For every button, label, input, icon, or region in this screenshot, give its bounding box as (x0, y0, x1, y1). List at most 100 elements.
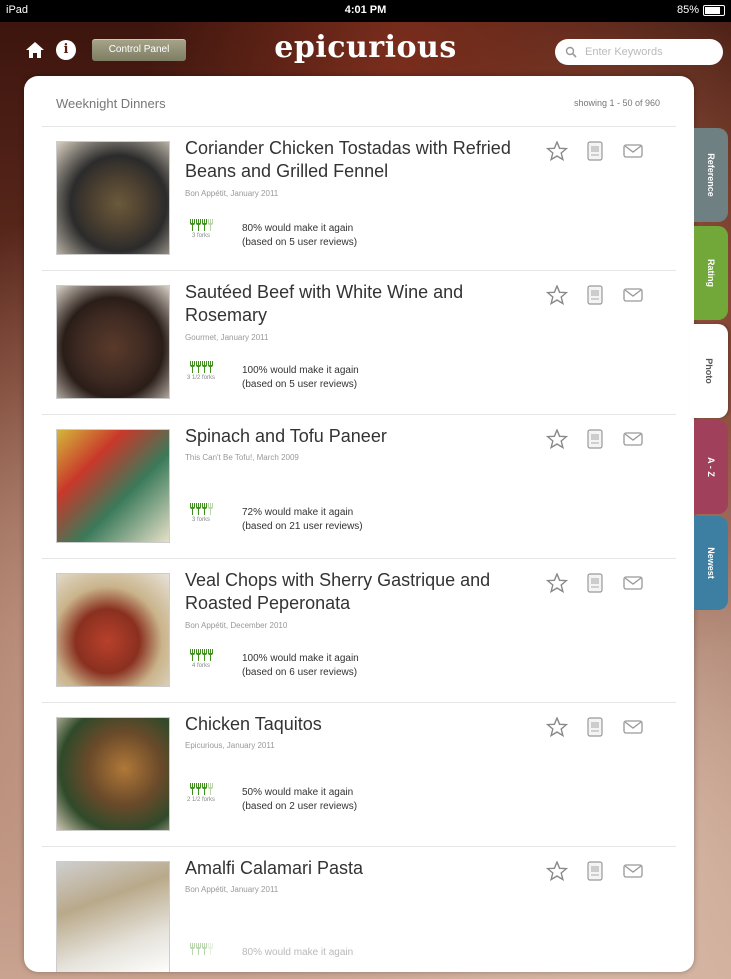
recipe-photo[interactable] (56, 861, 170, 972)
review-count: (based on 2 user reviews) (242, 801, 358, 812)
email-icon[interactable] (622, 429, 644, 449)
recipe-photo[interactable] (56, 573, 170, 687)
fork-rating: 2 1/2 forks (187, 783, 216, 803)
make-again-percent: 80% would make it again (242, 947, 354, 958)
fork-icons (189, 649, 213, 661)
make-again-text: 80% would make it again (based on 5 user… (242, 222, 357, 250)
tab-rating[interactable]: Rating (694, 226, 728, 320)
recipe-card-icon[interactable] (584, 141, 606, 161)
make-again-percent: 80% would make it again (242, 223, 354, 234)
recipe-panel: Weeknight Dinners showing 1 - 50 of 960 … (24, 76, 694, 972)
make-again-percent: 72% would make it again (242, 507, 354, 518)
recipe-row[interactable]: Spinach and Tofu Paneer This Can't Be To… (42, 415, 676, 559)
panel-header: Weeknight Dinners showing 1 - 50 of 960 (42, 76, 676, 127)
review-count: (based on 21 user reviews) (242, 521, 363, 532)
fork-rating: 3 1/2 forks (187, 361, 216, 381)
top-bar: i Control Panel epicurious (0, 22, 731, 78)
recipe-photo[interactable] (56, 717, 170, 831)
make-again-text: 50% would make it again (based on 2 user… (242, 786, 357, 814)
recipe-list: Coriander Chicken Tostadas with Refried … (42, 127, 676, 972)
recipe-photo[interactable] (56, 429, 170, 543)
forks-label: 3 forks (191, 233, 210, 239)
fork-icons (189, 361, 213, 373)
recipe-source: Bon Appétit, December 2010 (185, 621, 288, 630)
review-count: (based on 6 user reviews) (242, 667, 358, 678)
forks-label: 2 1/2 forks (187, 797, 216, 803)
email-icon[interactable] (622, 285, 644, 305)
battery-percent: 85% (676, 4, 699, 16)
panel-title: Weeknight Dinners (56, 96, 166, 111)
fork-icons (189, 783, 213, 795)
recipe-actions (546, 285, 644, 305)
recipe-photo[interactable] (56, 141, 170, 255)
tab-newest[interactable]: Newest (694, 516, 728, 610)
recipe-source: Gourmet, January 2011 (185, 333, 269, 342)
recipe-actions (546, 717, 644, 737)
recipe-source: Bon Appétit, January 2011 (185, 885, 279, 894)
tab-a-z[interactable]: A - Z (694, 420, 728, 514)
recipe-photo[interactable] (56, 285, 170, 399)
recipe-title[interactable]: Sautéed Beef with White Wine and Rosemar… (185, 281, 545, 327)
star-icon[interactable] (546, 429, 568, 449)
recipe-actions (546, 429, 644, 449)
make-again-text: 100% would make it again (based on 5 use… (242, 364, 359, 392)
review-count: (based on 5 user reviews) (242, 379, 358, 390)
fork-icons (189, 943, 213, 955)
recipe-row[interactable]: Chicken Taquitos Epicurious, January 201… (42, 703, 676, 847)
recipe-actions (546, 573, 644, 593)
make-again-text: 80% would make it again (242, 946, 353, 960)
tab-photo[interactable]: Photo (690, 324, 728, 418)
review-count: (based on 5 user reviews) (242, 237, 358, 248)
recipe-actions (546, 861, 644, 881)
search-input[interactable] (583, 45, 717, 59)
recipe-card-icon[interactable] (584, 573, 606, 593)
star-icon[interactable] (546, 285, 568, 305)
recipe-actions (546, 141, 644, 161)
make-again-text: 100% would make it again (based on 6 use… (242, 652, 359, 680)
tab-reference[interactable]: Reference (694, 128, 728, 222)
recipe-source: Epicurious, January 2011 (185, 741, 275, 750)
recipe-title[interactable]: Veal Chops with Sherry Gastrique and Roa… (185, 569, 545, 615)
search-box[interactable] (555, 39, 723, 65)
result-count: showing 1 - 50 of 960 (573, 98, 660, 108)
status-bar: iPad 4:01 PM 85% (0, 0, 731, 22)
fork-icons (189, 219, 213, 231)
fork-icons (189, 503, 213, 515)
recipe-title[interactable]: Spinach and Tofu Paneer (185, 425, 545, 448)
email-icon[interactable] (622, 573, 644, 593)
forks-label: 3 1/2 forks (187, 375, 216, 381)
recipe-card-icon[interactable] (584, 429, 606, 449)
search-icon (565, 46, 577, 58)
make-again-percent: 100% would make it again (242, 653, 359, 664)
make-again-text: 72% would make it again (based on 21 use… (242, 506, 363, 534)
recipe-row[interactable]: Coriander Chicken Tostadas with Refried … (42, 127, 676, 271)
star-icon[interactable] (546, 573, 568, 593)
recipe-row[interactable]: Amalfi Calamari Pasta Bon Appétit, Janua… (42, 847, 676, 972)
email-icon[interactable] (622, 717, 644, 737)
make-again-percent: 100% would make it again (242, 365, 359, 376)
recipe-title[interactable]: Amalfi Calamari Pasta (185, 857, 545, 880)
star-icon[interactable] (546, 717, 568, 737)
email-icon[interactable] (622, 141, 644, 161)
forks-label: 4 forks (191, 663, 210, 669)
fork-rating: 4 forks (188, 649, 214, 669)
recipe-title[interactable]: Chicken Taquitos (185, 713, 545, 736)
fork-rating (188, 943, 214, 957)
email-icon[interactable] (622, 861, 644, 881)
recipe-source: This Can't Be Tofu!, March 2009 (185, 453, 299, 462)
recipe-row[interactable]: Sautéed Beef with White Wine and Rosemar… (42, 271, 676, 415)
battery-icon (703, 4, 725, 16)
make-again-percent: 50% would make it again (242, 787, 354, 798)
recipe-card-icon[interactable] (584, 285, 606, 305)
recipe-source: Bon Appétit, January 2011 (185, 189, 279, 198)
fork-rating: 3 forks (188, 219, 214, 239)
star-icon[interactable] (546, 861, 568, 881)
recipe-title[interactable]: Coriander Chicken Tostadas with Refried … (185, 137, 545, 183)
star-icon[interactable] (546, 141, 568, 161)
recipe-card-icon[interactable] (584, 861, 606, 881)
forks-label: 3 forks (191, 517, 210, 523)
recipe-card-icon[interactable] (584, 717, 606, 737)
recipe-row[interactable]: Veal Chops with Sherry Gastrique and Roa… (42, 559, 676, 703)
clock: 4:01 PM (344, 4, 387, 16)
fork-rating: 3 forks (188, 503, 214, 523)
